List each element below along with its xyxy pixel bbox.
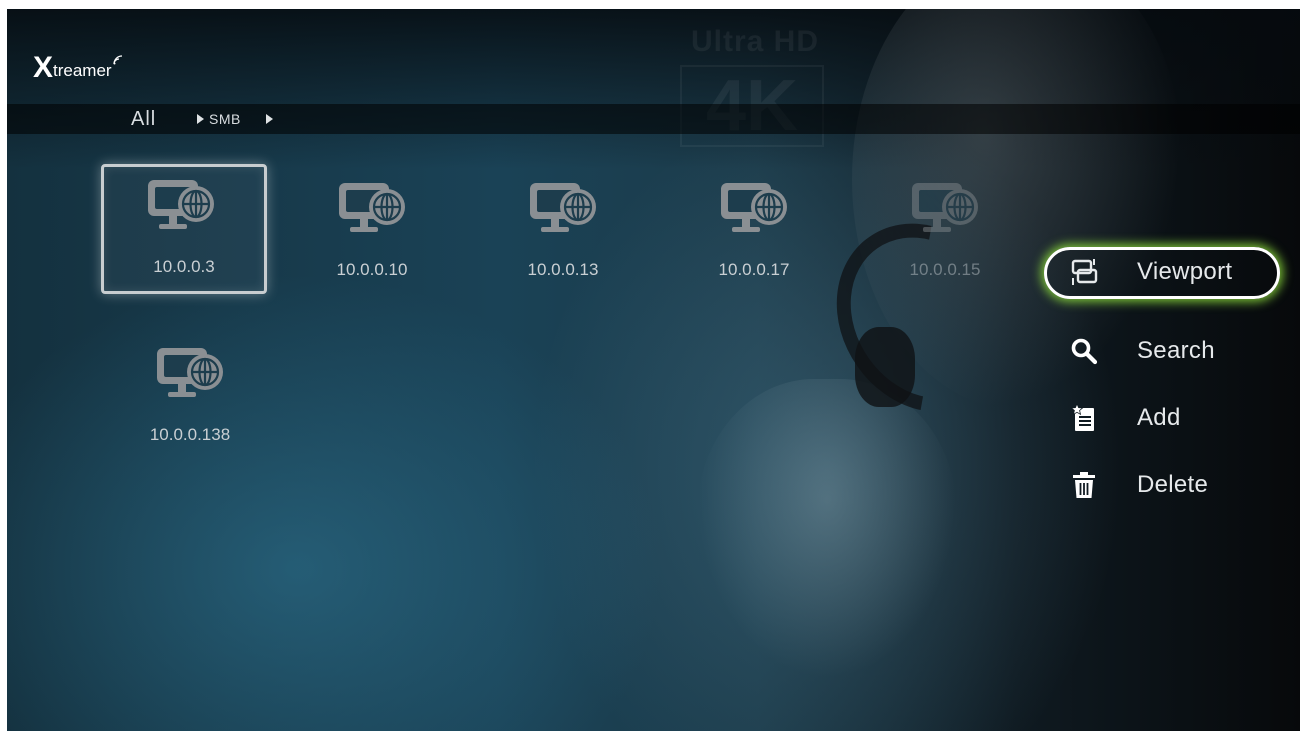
- network-computer-icon: [148, 180, 214, 229]
- network-computer-icon: [721, 183, 787, 232]
- device-label: 10.0.0.138: [149, 425, 231, 444]
- logo-text: treamer: [53, 61, 112, 80]
- network-computer-icon: [157, 348, 223, 397]
- delete-label: Delete: [1137, 471, 1209, 498]
- add-label: Add: [1137, 404, 1181, 431]
- media-browser-screen: Ultra HD 4K X treamer All SMB 10.0.0.3 1…: [7, 9, 1300, 731]
- search-button[interactable]: Search: [1044, 326, 1280, 376]
- device-tile[interactable]: 10.0.0.17: [674, 167, 834, 291]
- trash-icon: [1073, 472, 1095, 498]
- viewport-icon: [1071, 259, 1098, 285]
- device-tile[interactable]: 10.0.0.15: [865, 167, 1025, 291]
- network-computer-icon: [530, 183, 596, 232]
- chevron-right-icon: [266, 114, 273, 124]
- breadcrumb: All SMB: [7, 104, 1300, 134]
- device-tile[interactable]: 10.0.0.3: [101, 164, 267, 294]
- add-icon: [1070, 404, 1094, 431]
- device-tile[interactable]: 10.0.0.13: [483, 167, 643, 291]
- device-label: 10.0.0.17: [718, 260, 790, 279]
- background-headphone-cup: [855, 327, 915, 407]
- add-button[interactable]: Add: [1044, 393, 1280, 443]
- background-hands: [697, 379, 957, 679]
- device-label: 10.0.0.10: [336, 260, 408, 279]
- search-label: Search: [1137, 337, 1215, 364]
- logo-x: X: [33, 51, 53, 84]
- device-label: 10.0.0.15: [909, 260, 981, 279]
- network-computer-icon: [339, 183, 405, 232]
- device-tile[interactable]: 10.0.0.138: [110, 332, 270, 456]
- wifi-signal-icon: [112, 55, 123, 68]
- viewport-label: Viewport: [1137, 258, 1233, 285]
- search-icon: [1071, 338, 1098, 365]
- chevron-right-icon: [197, 114, 204, 124]
- device-tile[interactable]: 10.0.0.10: [292, 167, 452, 291]
- device-label: 10.0.0.13: [527, 260, 599, 279]
- network-computer-icon: [912, 183, 978, 232]
- breadcrumb-root[interactable]: All: [131, 108, 156, 131]
- breadcrumb-path[interactable]: SMB: [209, 111, 241, 127]
- viewport-button[interactable]: Viewport: [1044, 247, 1280, 299]
- watermark-line1: Ultra HD: [690, 25, 819, 58]
- device-label: 10.0.0.3: [153, 257, 215, 276]
- xtreamer-logo: X treamer: [33, 51, 123, 84]
- delete-button[interactable]: Delete: [1044, 460, 1280, 510]
